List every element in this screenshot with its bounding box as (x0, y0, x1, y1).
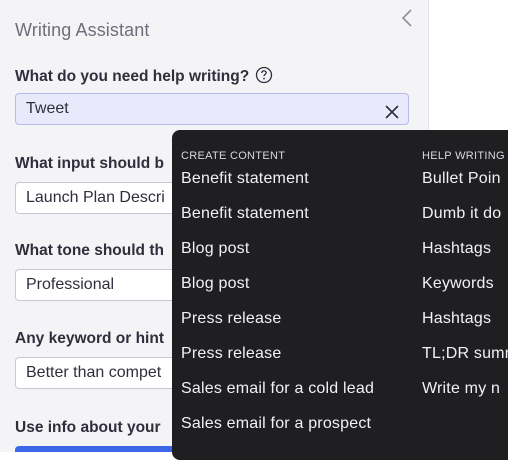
input-source-label: What input should b (15, 155, 164, 172)
menu-item-dumb-it-down[interactable]: Dumb it do (422, 205, 501, 223)
tone-label: What tone should th (15, 242, 164, 259)
menu-item-press-release[interactable]: Press release (181, 310, 281, 328)
menu-item-write-my-next[interactable]: Write my n (422, 380, 500, 398)
collapse-button[interactable] (400, 8, 420, 30)
help-writing-label: What do you need help writing? (15, 66, 273, 89)
company-info-label: Use info about your (15, 419, 161, 436)
tone-value: Professional (26, 276, 115, 293)
input-source-value: Launch Plan Descri (26, 189, 165, 206)
menu-item-hashtags[interactable]: Hashtags (422, 310, 491, 328)
group-title-create-content: CREATE CONTENT (181, 150, 286, 162)
panel-title: Writing Assistant (15, 20, 150, 40)
keyword-value: Better than compet (26, 364, 162, 381)
menu-item-benefit-statement[interactable]: Benefit statement (181, 170, 309, 188)
menu-item-tldr-summary[interactable]: TL;DR summ (422, 345, 508, 363)
writing-type-value: Tweet (26, 100, 69, 117)
writing-type-dropdown: CREATE CONTENT Benefit statement Benefit… (172, 130, 508, 460)
keyword-label: Any keyword or hint (15, 330, 164, 347)
menu-item-sales-email-prospect[interactable]: Sales email for a prospect (181, 415, 371, 433)
menu-item-blog-post[interactable]: Blog post (181, 240, 250, 258)
question-circle-icon[interactable] (255, 66, 273, 89)
menu-item-press-release[interactable]: Press release (181, 345, 281, 363)
menu-item-hashtags[interactable]: Hashtags (422, 240, 491, 258)
chevron-left-icon (400, 8, 420, 28)
writing-type-input[interactable]: Tweet (15, 93, 409, 125)
menu-item-bullet-points[interactable]: Bullet Poin (422, 170, 501, 188)
menu-item-keywords[interactable]: Keywords (422, 275, 494, 293)
group-title-help-writing: HELP WRITING (422, 150, 505, 162)
help-writing-label-text: What do you need help writing? (15, 68, 250, 85)
close-icon[interactable] (384, 101, 400, 119)
menu-item-blog-post[interactable]: Blog post (181, 275, 250, 293)
menu-item-sales-email-cold-lead[interactable]: Sales email for a cold lead (181, 380, 374, 398)
menu-item-benefit-statement[interactable]: Benefit statement (181, 205, 309, 223)
